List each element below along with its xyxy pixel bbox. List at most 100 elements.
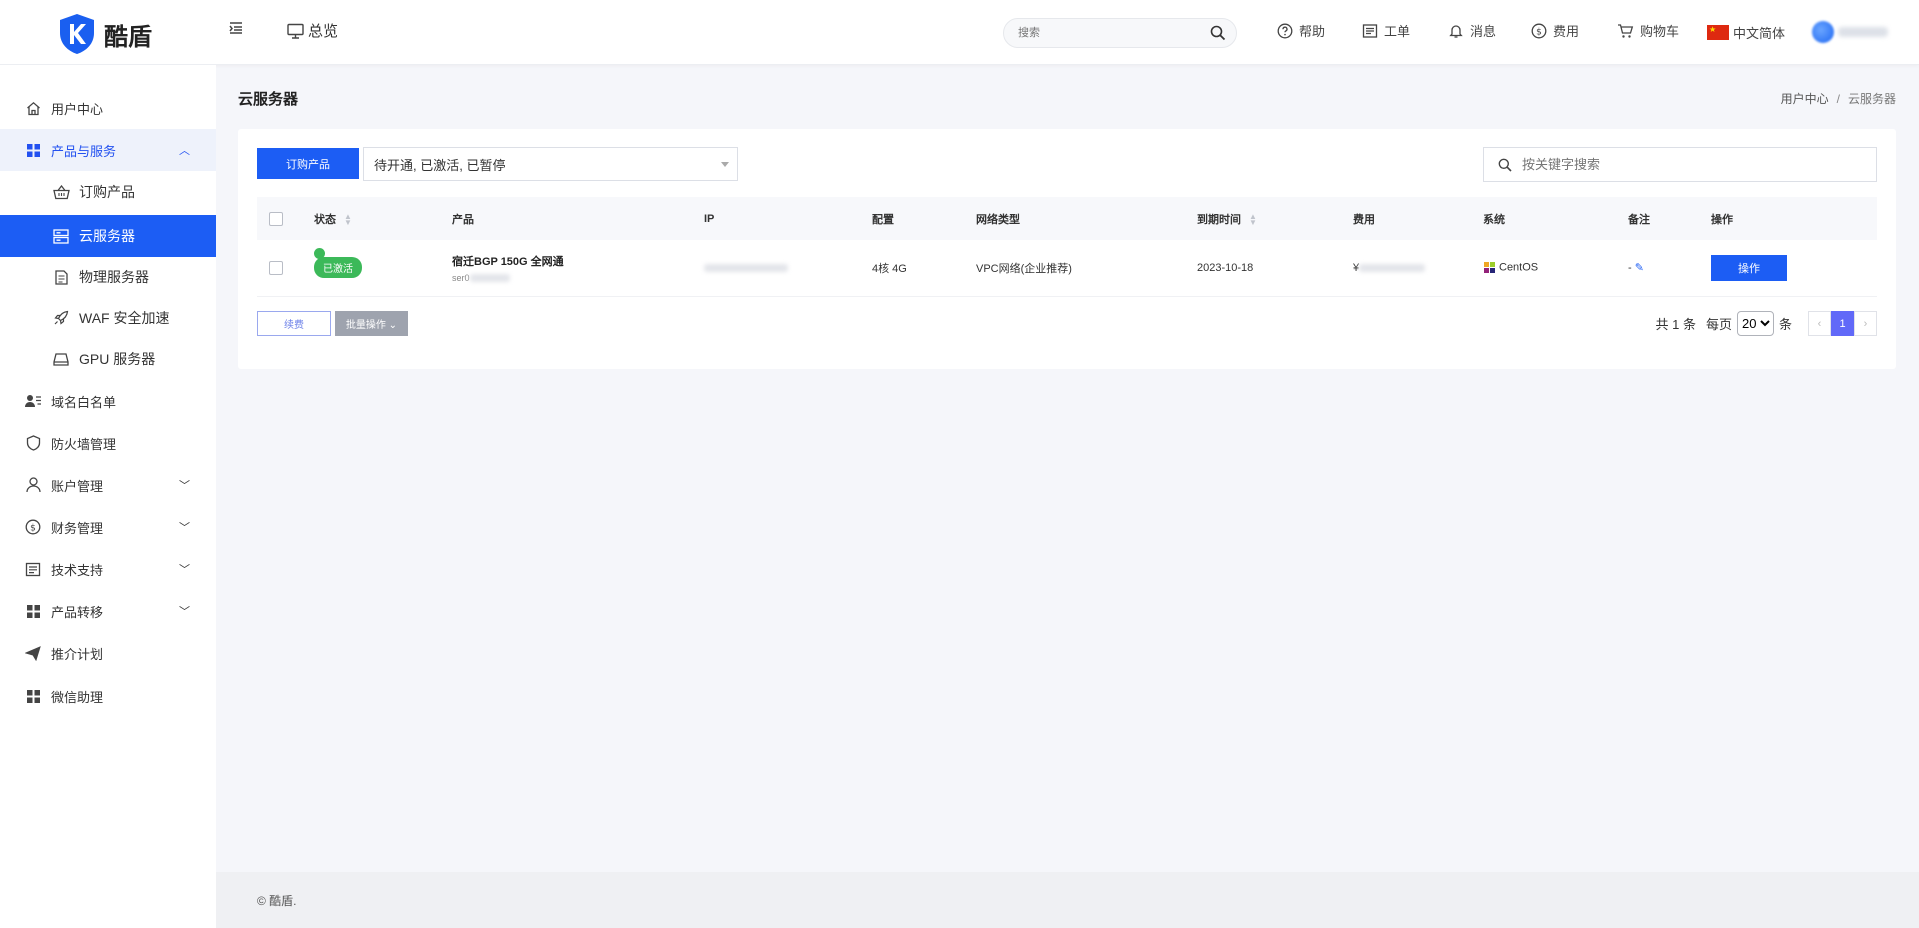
page-number-1[interactable]: 1 [1831,311,1854,336]
basket-icon [52,184,70,200]
sidebar-item-gpu-server[interactable]: GPU 服务器 [0,338,216,380]
row-checkbox[interactable] [269,260,283,275]
breadcrumb-home[interactable]: 用户中心 [1781,92,1829,106]
sidebar-item-label: 财务管理 [51,520,104,536]
header-expire[interactable]: 到期时间 [1197,214,1241,226]
hard-drive-icon [52,352,70,367]
sidebar-item-physical-server[interactable]: 物理服务器 [0,256,216,298]
sidebar-item-support[interactable]: 技术支持 ﹀ [0,548,216,590]
fee-value-blurred [1359,263,1426,272]
cart-icon [1618,23,1634,38]
sidebar-item-label: 产品与服务 [51,143,117,159]
document-icon [24,562,42,577]
chevron-down-icon: ﹀ [179,480,190,492]
header-status[interactable]: 状态 [314,214,336,226]
brand-name: 酷盾 [104,23,152,51]
cart-label: 购物车 [1640,24,1680,39]
rocket-icon [52,310,70,326]
sidebar-item-firewall[interactable]: 防火墙管理 [0,422,216,464]
sidebar-item-domain-whitelist[interactable]: 域名白名单 [0,380,216,422]
network-value: VPC网络(企业推荐) [976,262,1072,275]
sort-icon[interactable]: ▲ ▼ [344,212,352,226]
product-id: ser0 [452,273,704,283]
sidebar-item-waf[interactable]: WAF 安全加速 [0,297,216,339]
bell-icon [1449,24,1463,38]
sidebar-item-wechat[interactable]: 微信助理 [0,675,216,717]
sidebar-item-cloud-server[interactable]: 云服务器 [0,215,216,257]
sidebar-item-label: 物理服务器 [79,269,149,285]
fee-link[interactable]: $ 费用 [1531,21,1579,40]
user-list-icon [24,394,42,408]
menu-toggle-icon[interactable] [228,20,244,41]
keyword-search-input[interactable] [1522,149,1852,180]
ticket-link[interactable]: 工单 [1362,21,1410,40]
chevron-down-icon: ﹀ [179,564,190,576]
sidebar-item-label: 微信助理 [51,689,104,705]
sidebar-item-finance[interactable]: $ 财务管理 ﹀ [0,506,216,548]
username-blurred [1838,27,1888,37]
sidebar-item-label: 订购产品 [79,184,135,200]
shield-icon [24,435,42,451]
keyword-search[interactable] [1483,147,1877,182]
pagination: 共 1 条 每页 20 条 ‹ 1 › [1656,311,1877,336]
sidebar-item-referral[interactable]: 推介计划 [0,632,216,674]
header-fee: 费用 [1353,213,1375,226]
select-all-checkbox[interactable] [269,211,283,226]
ticket-label: 工单 [1384,24,1411,39]
logo[interactable]: 酷盾 [58,13,152,55]
edit-pencil-icon[interactable]: ✎ [1635,262,1644,274]
sidebar-item-label: 技术支持 [51,562,104,578]
user-icon [24,477,42,493]
row-action-button[interactable]: 操作 [1711,254,1787,281]
sidebar-item-user-center[interactable]: 用户中心 [0,87,216,129]
header-config: 配置 [872,213,894,226]
language-label: 中文简体 [1733,26,1786,41]
shield-logo-icon [60,14,94,54]
help-link[interactable]: 帮助 [1277,21,1325,40]
table-row: 已激活 宿迁BGP 150G 全网通 ser0 4核 4G VPC网络(企业推荐… [257,240,1877,296]
overview-link[interactable]: 总览 [287,20,338,41]
monitor-icon [287,23,304,39]
renew-button[interactable]: 续费 [257,311,331,336]
dollar-icon: $ [1531,23,1547,38]
server-list-card: 订购产品 待开通, 已激活, 已暂停 状态 ▲▼ 产品 IP 配置 网络类型 到期… [238,129,1896,369]
user-avatar[interactable] [1812,20,1892,44]
svg-text:$: $ [30,524,36,534]
header-ip: IP [704,212,715,225]
product-id-prefix: ser0 [452,272,470,283]
page-title: 云服务器 [238,91,299,108]
search-icon [1498,158,1512,172]
help-icon [1277,23,1293,38]
sidebar: 用户中心 产品与服务 ︿ 订购产品 云服务器 物理服务器 WAF 安全加速 GP… [0,65,216,928]
order-product-button[interactable]: 订购产品 [257,148,359,179]
chevron-down-icon: ﹀ [179,522,190,534]
sort-icon[interactable]: ▲ ▼ [1249,212,1257,226]
language-switch[interactable]: 中文简体 [1707,23,1785,42]
breadcrumb: 用户中心 / 云服务器 [1781,90,1896,107]
avatar-image [1812,21,1834,43]
document-server-icon [52,269,70,285]
os-value: CentOS [1499,261,1539,274]
sidebar-item-label: 防火墙管理 [51,436,117,452]
sidebar-item-products-services[interactable]: 产品与服务 ︿ [0,129,216,171]
status-filter-select[interactable]: 待开通, 已激活, 已暂停 [363,147,738,181]
global-search-input[interactable] [1018,19,1208,47]
batch-actions-button[interactable]: 批量操作 ⌄ [335,311,408,336]
per-page-select[interactable]: 20 [1736,311,1774,336]
fee-label: 费用 [1553,24,1580,39]
sidebar-item-account[interactable]: 账户管理 ﹀ [0,464,216,506]
product-name[interactable]: 宿迁BGP 150G 全网通 [452,253,704,269]
search-icon[interactable] [1210,25,1226,41]
prev-page-button[interactable]: ‹ [1808,311,1831,336]
sidebar-item-transfer[interactable]: 产品转移 ﹀ [0,590,216,632]
per-page-unit: 条 [1778,317,1792,332]
svg-text:$: $ [1536,27,1542,37]
sidebar-item-label: 云服务器 [79,228,135,244]
message-link[interactable]: 消息 [1448,21,1496,40]
global-search[interactable] [1003,18,1237,48]
next-page-button[interactable]: › [1854,311,1877,336]
sidebar-item-order-product[interactable]: 订购产品 [0,171,216,213]
sidebar-item-label: 用户中心 [51,101,104,117]
cart-link[interactable]: 购物车 [1617,21,1679,40]
ip-address-blurred [704,263,788,272]
